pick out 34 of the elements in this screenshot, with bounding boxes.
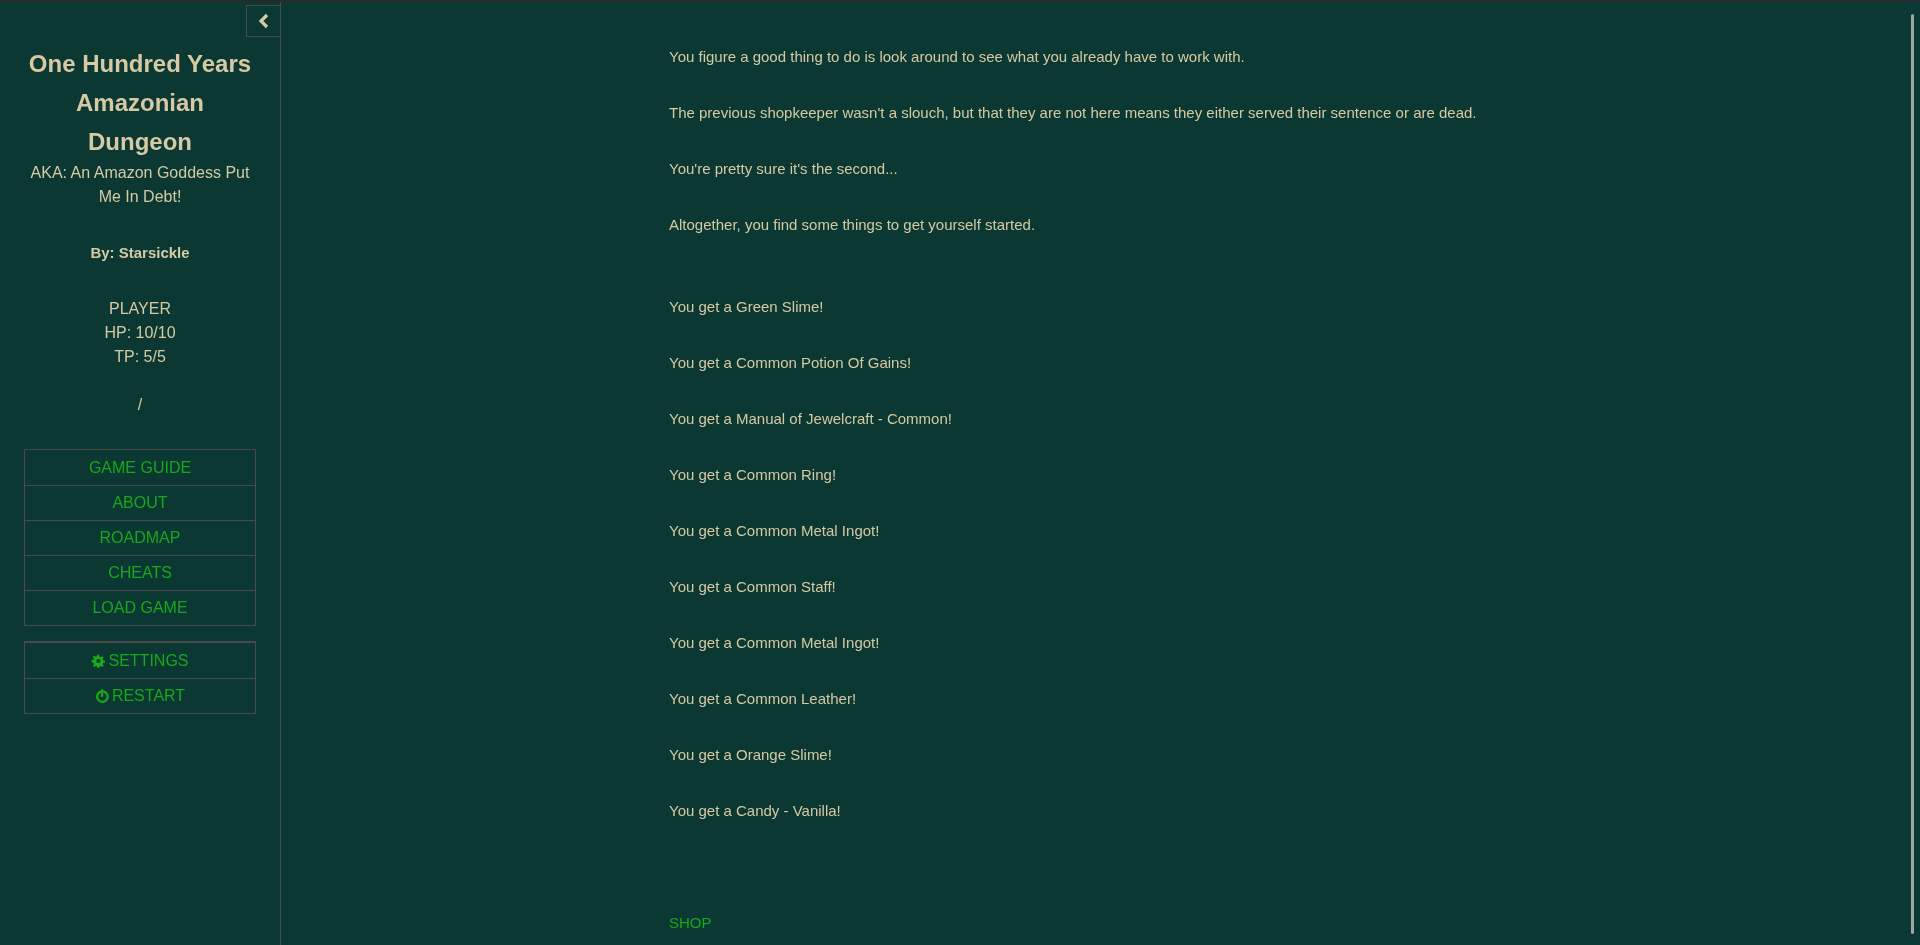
gear-icon — [91, 653, 106, 668]
menu-item[interactable]: ABOUT — [25, 485, 255, 520]
menu-item[interactable]: SETTINGS — [25, 643, 255, 678]
menu-item[interactable]: GAME GUIDE — [25, 450, 255, 485]
shop-link[interactable]: SHOP — [669, 914, 712, 931]
location-text: / — [137, 395, 143, 415]
item-received-text: You get a Common Metal Ingot! — [669, 633, 881, 653]
game-subtitle: AKA: An Amazon Goddess Put Me In Debt! — [29, 163, 251, 207]
item-received-text: You get a Common Potion Of Gains! — [669, 353, 913, 373]
chevron-left-icon — [257, 13, 270, 29]
story-paragraph: Altogether, you find some things to get yourself started. — [669, 215, 1037, 235]
item-received-text: You get a Green Slime! — [669, 297, 825, 317]
menu-item[interactable]: CHEATS — [25, 555, 255, 590]
menu-item[interactable]: LOAD GAME — [25, 590, 255, 625]
item-received-text: You get a Candy - Vanilla! — [669, 801, 842, 821]
story-paragraph: You're pretty sure it's the second... — [669, 159, 899, 179]
scrollbar[interactable] — [1911, 14, 1914, 934]
item-received-text: You get a Orange Slime! — [669, 745, 833, 765]
story-paragraph: The previous shopkeeper wasn't a slouch, but that they are not here means they either served their sentence or are dead. — [669, 103, 1478, 123]
story-paragraph: You figure a good thing to do is look around to see what you already have to work with. — [669, 47, 1246, 67]
item-received-text: You get a Common Metal Ingot! — [669, 521, 881, 541]
game-title: One Hundred Years Amazonian Dungeon — [27, 49, 253, 157]
player-stat: HP: 10/10 — [104, 323, 176, 343]
item-received-text: You get a Common Ring! — [669, 465, 838, 485]
collapse-button[interactable] — [246, 5, 280, 37]
menu-item[interactable]: ROADMAP — [25, 520, 255, 555]
menu-item[interactable]: RESTART — [25, 678, 255, 713]
power-icon — [94, 688, 109, 704]
player-stat: PLAYER — [109, 299, 171, 319]
author-credit: By: Starsickle — [90, 243, 190, 263]
item-received-text: You get a Common Leather! — [669, 689, 858, 709]
player-stat: TP: 5/5 — [114, 347, 166, 367]
item-received-text: You get a Common Staff! — [669, 577, 837, 597]
item-received-text: You get a Manual of Jewelcraft - Common! — [669, 409, 953, 429]
